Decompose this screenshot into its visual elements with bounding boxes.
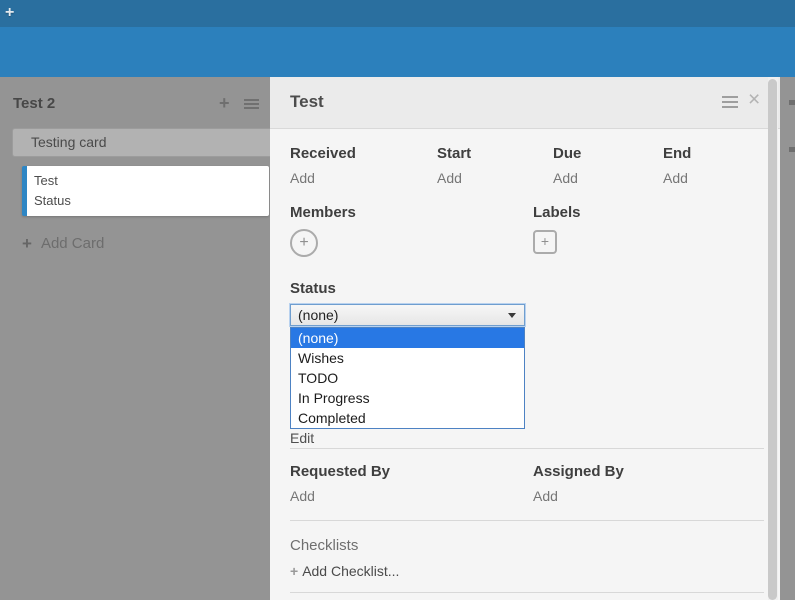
add-board-icon[interactable]: +	[5, 4, 14, 22]
close-icon[interactable]: ×	[748, 89, 760, 110]
members-label: Members	[290, 204, 356, 221]
right-edge-mark	[789, 100, 795, 105]
list-menu-icon[interactable]	[244, 99, 259, 109]
status-option-completed[interactable]: Completed	[291, 408, 524, 428]
status-selected-value: (none)	[298, 307, 338, 323]
add-card-plus-icon: +	[22, 234, 32, 253]
add-checklist-label: Add Checklist...	[302, 563, 399, 579]
received-label: Received	[290, 145, 356, 162]
top-header-bar: +	[0, 0, 795, 27]
checklists-label: Checklists	[290, 537, 358, 554]
due-label: Due	[553, 145, 581, 162]
status-option-todo[interactable]: TODO	[291, 368, 524, 388]
add-checklist-button[interactable]: +Add Checklist...	[290, 563, 399, 579]
status-label: Status	[290, 280, 336, 297]
add-member-button[interactable]: +	[290, 229, 318, 257]
right-edge-mark	[789, 147, 795, 152]
list-add-icon[interactable]: +	[219, 94, 230, 112]
assigned-by-add-link[interactable]: Add	[533, 488, 558, 504]
assigned-by-label: Assigned By	[533, 463, 624, 480]
board-header-bar	[0, 27, 795, 77]
status-dropdown-list: (none) Wishes TODO In Progress Completed	[290, 327, 525, 429]
status-option-in-progress[interactable]: In Progress	[291, 388, 524, 408]
due-add-link[interactable]: Add	[553, 170, 578, 186]
plus-icon: +	[299, 234, 308, 251]
list-title: Test 2	[13, 95, 55, 112]
start-label: Start	[437, 145, 471, 162]
card-detail-title: Test	[290, 92, 324, 112]
add-card-button[interactable]: + Add Card	[22, 234, 104, 254]
card-detail-panel: Test × Received Start Due End Add Add Ad…	[270, 77, 780, 600]
card-detail-header: Test ×	[270, 77, 780, 129]
end-add-link[interactable]: Add	[663, 170, 688, 186]
add-card-label: Add Card	[41, 235, 104, 252]
divider	[290, 592, 764, 593]
divider	[290, 520, 764, 521]
requested-by-add-link[interactable]: Add	[290, 488, 315, 504]
plus-icon: +	[541, 233, 549, 249]
card-composer-input[interactable]: Testing card	[12, 128, 282, 157]
card-menu-icon[interactable]	[722, 96, 738, 108]
end-label: End	[663, 145, 691, 162]
add-checklist-plus-icon: +	[290, 563, 298, 579]
status-edit-link[interactable]: Edit	[290, 430, 314, 446]
minicard[interactable]: Test Status	[22, 166, 269, 216]
minicard-title-line1: Test	[27, 166, 269, 191]
labels-label: Labels	[533, 204, 581, 221]
panel-scrollbar[interactable]	[768, 77, 778, 600]
status-option-none[interactable]: (none)	[291, 328, 524, 348]
scrollbar-thumb[interactable]	[768, 79, 777, 600]
dropdown-arrow-icon	[508, 313, 516, 318]
divider	[290, 448, 764, 449]
status-select[interactable]: (none)	[290, 304, 525, 326]
start-add-link[interactable]: Add	[437, 170, 462, 186]
status-option-wishes[interactable]: Wishes	[291, 348, 524, 368]
requested-by-label: Requested By	[290, 463, 390, 480]
minicard-title-line2: Status	[27, 191, 269, 211]
add-label-button[interactable]: +	[533, 230, 557, 254]
received-add-link[interactable]: Add	[290, 170, 315, 186]
